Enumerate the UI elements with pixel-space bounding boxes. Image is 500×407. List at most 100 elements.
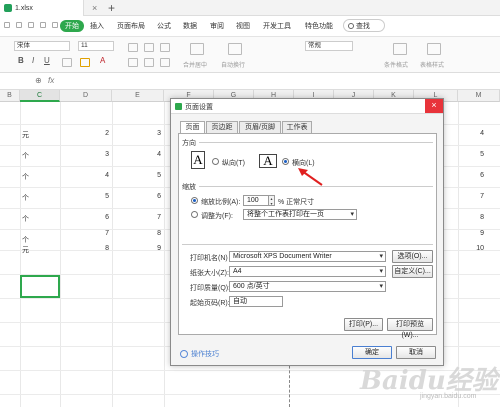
paper-size-select[interactable]: A4: [229, 266, 386, 277]
align-left-icon[interactable]: [128, 58, 138, 67]
menu-icon[interactable]: [4, 22, 10, 28]
cell-e-value[interactable]: 7: [112, 214, 161, 221]
cancel-button[interactable]: 取消: [396, 346, 436, 359]
cell-m-value[interactable]: 8: [458, 214, 484, 221]
menu-special[interactable]: 特色功能: [305, 21, 333, 31]
fit-to-label[interactable]: 调整为(F):: [201, 211, 233, 221]
menu-review[interactable]: 审阅: [210, 21, 224, 31]
portrait-radio[interactable]: [212, 158, 219, 165]
table-style-label[interactable]: 表格样式: [420, 60, 444, 69]
cell-c-unit[interactable]: 个: [22, 214, 29, 224]
landscape-radio[interactable]: [282, 158, 289, 165]
cell-m-value[interactable]: 5: [458, 151, 484, 158]
print-quality-select[interactable]: 600 点/英寸: [229, 281, 386, 292]
column-header-m[interactable]: M: [458, 90, 500, 102]
print-button[interactable]: 打印(P)...: [344, 318, 383, 331]
cell-e-value[interactable]: 3: [112, 130, 161, 137]
underline-button[interactable]: U: [44, 56, 50, 65]
scale-ratio-input[interactable]: 100: [243, 195, 269, 206]
cell-c-unit[interactable]: 个: [22, 235, 29, 245]
portrait-label[interactable]: 纵向(T): [222, 158, 245, 168]
scale-ratio-spinner[interactable]: ▴ ▾: [269, 195, 275, 206]
align-center-icon[interactable]: [144, 58, 154, 67]
menu-developer[interactable]: 开发工具: [263, 21, 291, 31]
cell-m-value[interactable]: 4: [458, 130, 484, 137]
font-color-button[interactable]: A: [100, 56, 105, 65]
menu-formulas[interactable]: 公式: [157, 21, 171, 31]
close-tab-icon[interactable]: ×: [92, 3, 97, 13]
close-icon[interactable]: ×: [425, 99, 443, 113]
save-icon[interactable]: [28, 22, 34, 28]
conditional-format-icon[interactable]: [393, 43, 407, 55]
cell-m-value[interactable]: 9: [458, 230, 484, 237]
align-bottom-icon[interactable]: [160, 43, 170, 52]
column-header-d[interactable]: D: [60, 90, 112, 102]
column-header-b[interactable]: B: [0, 90, 20, 102]
cell-e-value[interactable]: 9: [112, 245, 161, 252]
tips-link[interactable]: 操作技巧: [180, 349, 219, 359]
file-tab[interactable]: 1.xlsx: [0, 0, 84, 16]
align-middle-icon[interactable]: [144, 43, 154, 52]
undo-icon[interactable]: [52, 22, 58, 28]
fx-icon[interactable]: fx: [48, 76, 54, 85]
bold-button[interactable]: B: [18, 56, 24, 65]
cell-e-value[interactable]: 4: [112, 151, 161, 158]
cell-m-value[interactable]: 6: [458, 172, 484, 179]
new-tab-icon[interactable]: +: [108, 1, 115, 15]
merge-center-icon[interactable]: [190, 43, 204, 55]
cell-e-value[interactable]: 8: [112, 230, 161, 237]
cell-d-value[interactable]: 8: [60, 245, 109, 252]
cell-d-value[interactable]: 5: [60, 193, 109, 200]
fill-color-icon[interactable]: [80, 58, 90, 67]
scale-ratio-radio[interactable]: [191, 197, 198, 204]
cell-d-value[interactable]: 6: [60, 214, 109, 221]
merge-center-label[interactable]: 合并居中: [183, 60, 207, 69]
align-top-icon[interactable]: [128, 43, 138, 52]
zoom-icon[interactable]: ⊕: [35, 76, 42, 85]
cell-m-value[interactable]: 7: [458, 193, 484, 200]
printer-select[interactable]: Microsoft XPS Document Writer: [229, 251, 386, 262]
fit-to-select[interactable]: 将整个工作表打印在一页: [243, 209, 357, 220]
ok-button[interactable]: 确定: [352, 346, 392, 359]
cell-d-value[interactable]: 4: [60, 172, 109, 179]
tips-label[interactable]: 操作技巧: [191, 349, 219, 359]
wrap-text-label[interactable]: 自动换行: [221, 60, 245, 69]
cell-d-value[interactable]: 7: [60, 230, 109, 237]
cell-e-value[interactable]: 6: [112, 193, 161, 200]
options-button[interactable]: 选项(O)...: [392, 250, 433, 263]
wrap-text-icon[interactable]: [228, 43, 242, 55]
cell-c-unit[interactable]: 元: [22, 130, 29, 140]
cell-e-value[interactable]: 5: [112, 172, 161, 179]
search-box[interactable]: 查找: [343, 19, 385, 32]
menu-view[interactable]: 视图: [236, 21, 250, 31]
selected-cell[interactable]: [20, 275, 60, 298]
cell-c-unit[interactable]: 个: [22, 151, 29, 161]
first-page-input[interactable]: 自动: [229, 296, 283, 307]
cell-c-unit[interactable]: 个: [22, 193, 29, 203]
font-size-select[interactable]: 11: [78, 41, 114, 51]
cell-d-value[interactable]: 3: [60, 151, 109, 158]
column-header-e[interactable]: E: [112, 90, 164, 102]
scale-ratio-label[interactable]: 缩放比例(A):: [201, 197, 240, 207]
cell-c-unit[interactable]: 个: [22, 172, 29, 182]
menu-insert[interactable]: 插入: [90, 21, 104, 31]
font-name-select[interactable]: 宋体: [14, 41, 70, 51]
open-icon[interactable]: [16, 22, 22, 28]
custom-size-button[interactable]: 自定义(C)...: [392, 265, 433, 278]
column-header-c[interactable]: C: [20, 90, 60, 102]
cell-d-value[interactable]: 2: [60, 130, 109, 137]
menu-data[interactable]: 数据: [183, 21, 197, 31]
table-style-icon[interactable]: [427, 43, 441, 55]
number-format-select[interactable]: 常规: [305, 41, 353, 51]
cell-m-value[interactable]: 10: [458, 245, 484, 252]
dialog-title-bar[interactable]: 页面设置 ×: [171, 99, 443, 114]
border-icon[interactable]: [62, 58, 72, 67]
menu-page-layout[interactable]: 页面布局: [117, 21, 145, 31]
italic-button[interactable]: I: [32, 56, 34, 65]
fit-to-radio[interactable]: [191, 211, 198, 218]
menu-home[interactable]: 开始: [60, 20, 84, 32]
align-right-icon[interactable]: [160, 58, 170, 67]
conditional-format-label[interactable]: 条件格式: [384, 60, 408, 69]
cell-c-unit[interactable]: 元: [22, 245, 29, 255]
print-icon[interactable]: [40, 22, 46, 28]
